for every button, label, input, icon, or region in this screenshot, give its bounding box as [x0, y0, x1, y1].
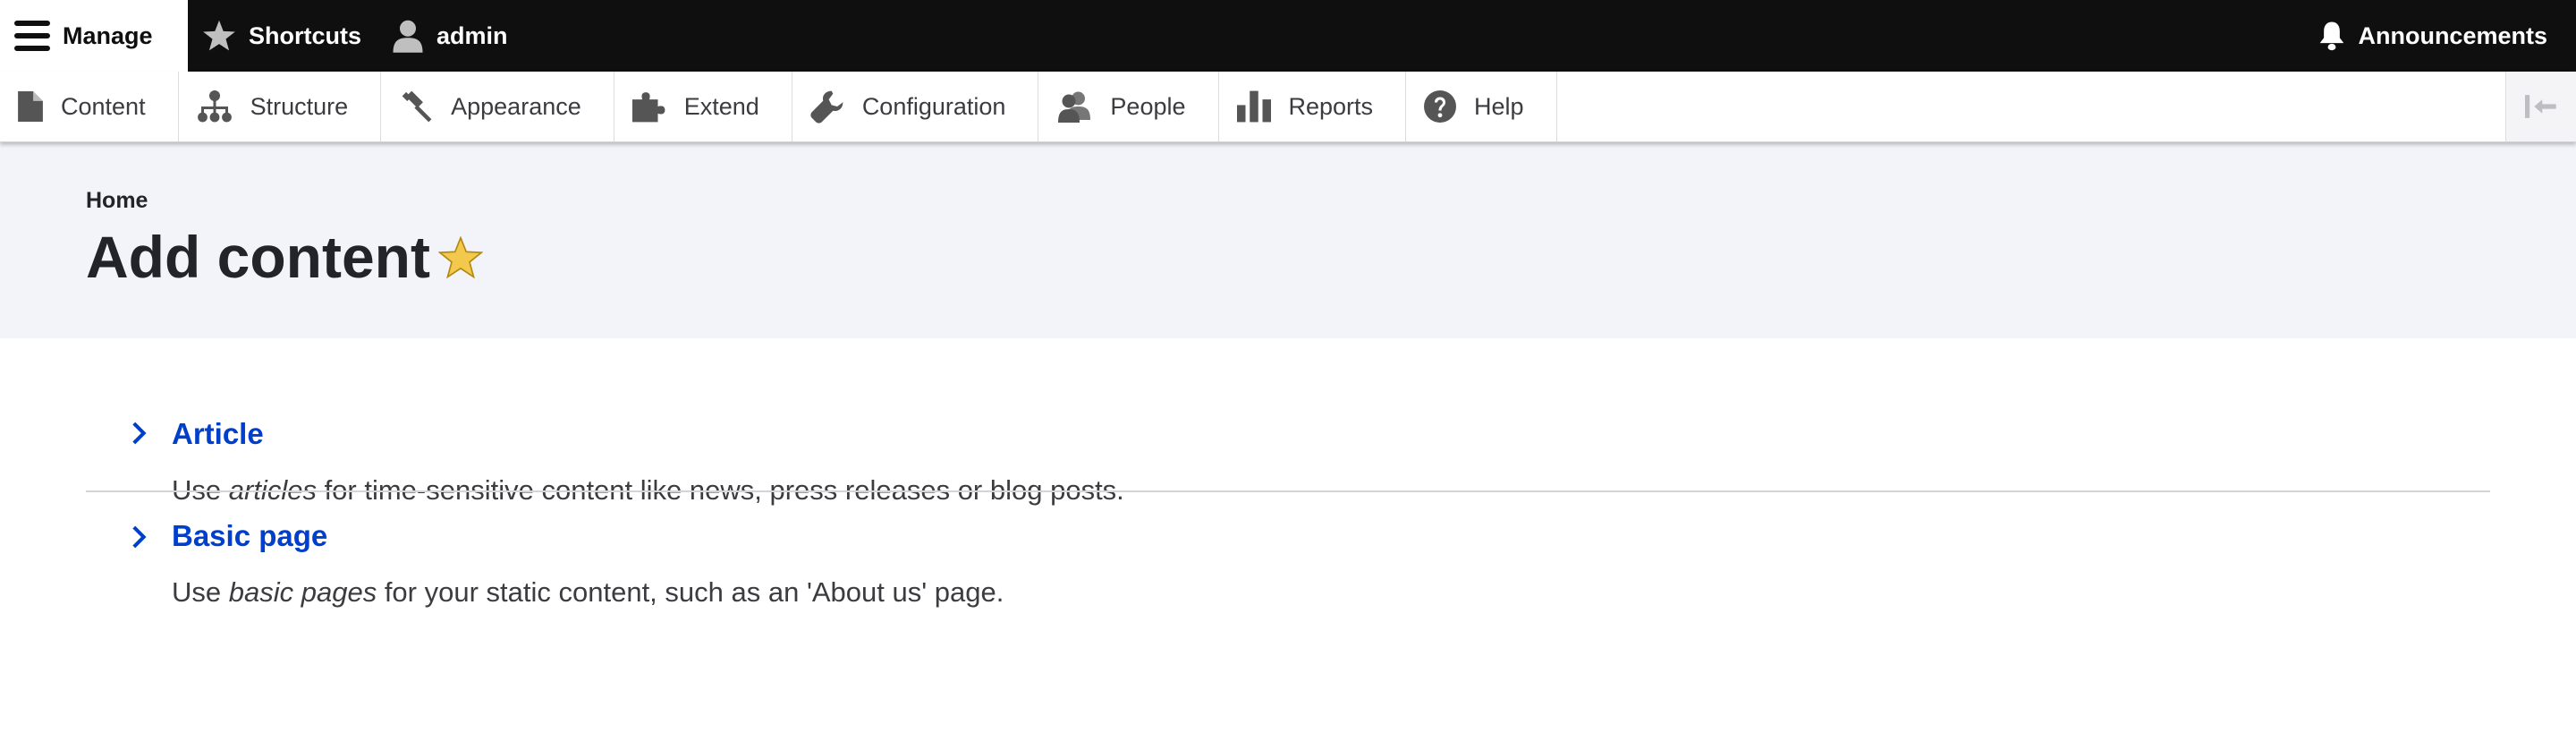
- orientation-toggle-button[interactable]: [2505, 72, 2576, 141]
- node-type-description: Use basic pages for your static content,…: [172, 576, 1004, 608]
- orientation-toggle-icon: [2525, 95, 2557, 118]
- tray-item-label: Reports: [1288, 92, 1374, 120]
- chevron-right-icon: [131, 421, 148, 446]
- bar-chart-icon: [1236, 90, 1271, 123]
- tray-item-help[interactable]: Help: [1406, 72, 1557, 141]
- toolbar-manage-label: Manage: [63, 21, 153, 49]
- tray-item-appearance[interactable]: Appearance: [381, 72, 614, 141]
- puzzle-icon: [631, 90, 666, 123]
- toolbar-announcements-label: Announcements: [2358, 21, 2547, 49]
- page-title: Add content: [86, 224, 430, 290]
- admin-toolbar: Manage Shortcuts admin Announcements: [0, 0, 2576, 72]
- user-icon: [392, 19, 424, 53]
- node-type-link-basic-page[interactable]: Basic page: [172, 519, 327, 553]
- people-icon: [1056, 90, 1092, 123]
- wrench-icon: [810, 89, 844, 124]
- toolbar-user-label: admin: [436, 21, 508, 49]
- tray-item-configuration[interactable]: Configuration: [792, 72, 1039, 141]
- toolbar-shortcuts-tab[interactable]: Shortcuts: [188, 0, 377, 72]
- bell-icon: [2318, 21, 2345, 51]
- file-icon: [18, 91, 43, 122]
- star-icon: [202, 20, 236, 52]
- tray-item-label: People: [1110, 92, 1186, 120]
- toolbar-shortcuts-label: Shortcuts: [249, 21, 362, 49]
- tray-item-label: Extend: [683, 92, 759, 120]
- paintbrush-icon: [399, 89, 433, 124]
- toolbar-manage-tab[interactable]: Manage: [0, 0, 188, 72]
- tray-item-structure[interactable]: Structure: [179, 72, 382, 141]
- toolbar-user-tab[interactable]: admin: [377, 0, 524, 72]
- tray-item-reports[interactable]: Reports: [1219, 72, 1407, 141]
- help-icon: [1424, 90, 1457, 123]
- tray-item-label: Structure: [250, 92, 349, 120]
- node-type-list: Article Use articles for time-sensitive …: [86, 338, 2490, 644]
- list-item: Article Use articles for time-sensitive …: [86, 338, 2490, 506]
- tray-item-extend[interactable]: Extend: [614, 72, 792, 141]
- sitemap-icon: [197, 90, 233, 123]
- page-header: Home Add content: [0, 141, 2576, 338]
- hamburger-icon: [14, 21, 50, 51]
- tray-item-content[interactable]: Content: [0, 72, 179, 141]
- list-item: Basic page Use basic pages for your stat…: [86, 490, 2490, 644]
- tray-item-label: Content: [61, 92, 146, 120]
- node-type-link-article[interactable]: Article: [172, 417, 264, 451]
- tray-item-label: Help: [1474, 92, 1524, 120]
- toolbar-announcements-tab[interactable]: Announcements: [2304, 0, 2576, 72]
- chevron-right-icon: [131, 524, 148, 550]
- admin-tray: Content Structure Appearance Extend Conf…: [0, 72, 2576, 142]
- tray-item-label: Configuration: [861, 92, 1006, 120]
- tray-item-people[interactable]: People: [1038, 72, 1219, 141]
- breadcrumb-home[interactable]: Home: [86, 188, 148, 214]
- add-shortcut-star-icon[interactable]: [438, 236, 483, 279]
- tray-item-label: Appearance: [451, 92, 581, 120]
